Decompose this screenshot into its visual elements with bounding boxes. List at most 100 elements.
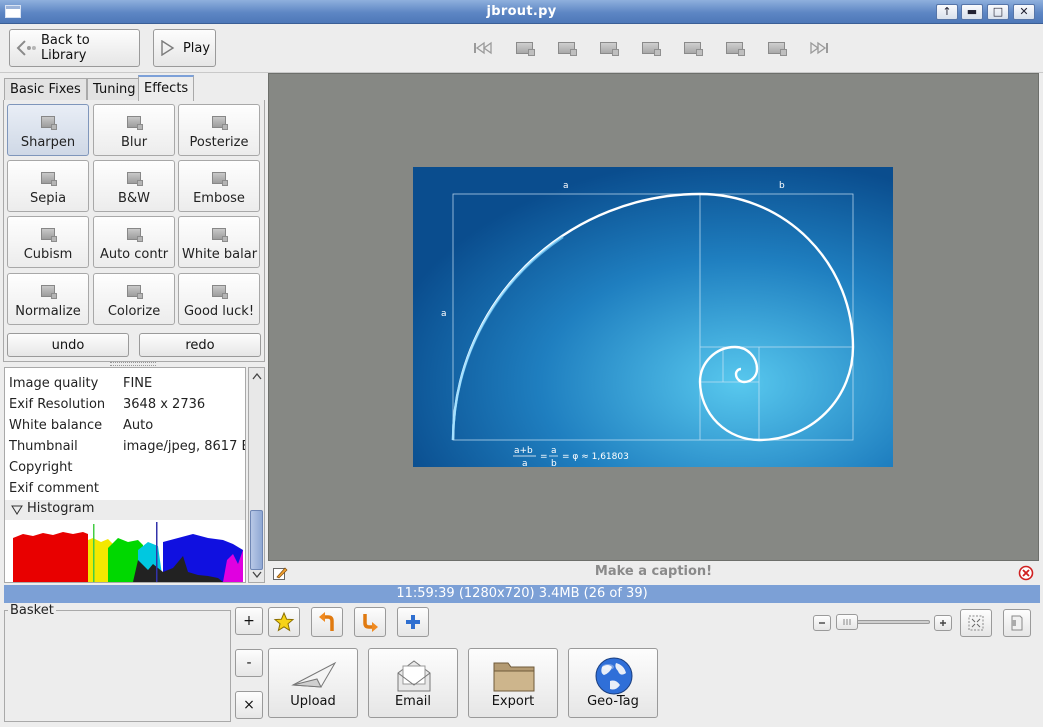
- histogram-graphic: [13, 520, 245, 582]
- basket-add-button[interactable]: +: [235, 607, 263, 635]
- svg-text:b: b: [551, 459, 557, 467]
- geo-tag-button[interactable]: Geo-Tag: [568, 648, 658, 718]
- label-a-top: a: [563, 181, 569, 191]
- envelope-icon: [397, 660, 431, 692]
- effect-auto-contrast-button[interactable]: Auto contr: [93, 216, 175, 268]
- effect-posterize-button[interactable]: Posterize: [178, 104, 260, 156]
- svg-text:a+b: a+b: [514, 446, 533, 456]
- scroll-thumb[interactable]: [250, 510, 263, 570]
- export-button[interactable]: Export: [468, 648, 558, 718]
- grip-icon: [843, 619, 851, 625]
- filmstrip-thumb-4[interactable]: [640, 40, 662, 56]
- rotate-left-button[interactable]: [311, 607, 343, 637]
- title-bar: jbrout.py ↑ ▬ □ ✕: [0, 0, 1043, 24]
- scroll-down-icon[interactable]: [252, 571, 262, 579]
- zoom-out-button[interactable]: [813, 615, 831, 631]
- image-icon: [127, 285, 143, 299]
- filmstrip-thumb-1[interactable]: [514, 40, 536, 56]
- status-bar: 11:59:39 (1280x720) 3.4MB (26 of 39): [4, 585, 1040, 603]
- rotate-right-icon: [363, 614, 378, 632]
- plus-icon: [406, 615, 420, 629]
- paper-plane-icon: [291, 661, 337, 688]
- exif-scrollbar[interactable]: [248, 367, 265, 583]
- effect-bw-button[interactable]: B&W: [93, 160, 175, 212]
- caption-input[interactable]: Make a caption!: [268, 564, 1039, 579]
- filmstrip-thumb-5[interactable]: [682, 40, 704, 56]
- rotate-right-button[interactable]: [354, 607, 386, 637]
- image-icon: [41, 228, 57, 242]
- effect-sepia-button[interactable]: Sepia: [7, 160, 89, 212]
- image-icon: [41, 172, 57, 186]
- image-icon: [127, 228, 143, 242]
- filmstrip-thumb-7[interactable]: [766, 40, 788, 56]
- basket-remove-button[interactable]: -: [235, 649, 263, 677]
- image-icon: [212, 116, 228, 130]
- basket-panel[interactable]: [4, 610, 231, 722]
- svg-text:a: a: [551, 446, 557, 456]
- maximize-button[interactable]: □: [987, 4, 1009, 20]
- image-icon: [127, 116, 143, 130]
- last-photo-icon[interactable]: [808, 41, 830, 55]
- play-button[interactable]: Play: [153, 29, 216, 67]
- effect-cubism-button[interactable]: Cubism: [7, 216, 89, 268]
- effect-colorize-button[interactable]: Colorize: [93, 273, 175, 325]
- effect-white-balance-button[interactable]: White balar: [178, 216, 260, 268]
- image-icon: [212, 228, 228, 242]
- globe-icon: [595, 657, 633, 695]
- fullscreen-button[interactable]: [1003, 609, 1031, 637]
- svg-text:= φ ≈ 1,61803: = φ ≈ 1,61803: [562, 452, 629, 462]
- label-a-left: a: [441, 309, 447, 319]
- histogram-header[interactable]: Histogram: [5, 500, 245, 520]
- photo-golden-spiral[interactable]: a b a a+b a = a b = φ ≈ 1,61803: [413, 167, 893, 467]
- undo-button[interactable]: undo: [7, 333, 129, 357]
- fit-window-button[interactable]: [960, 609, 992, 637]
- rate-button[interactable]: [268, 607, 300, 637]
- tab-tuning[interactable]: Tuning: [87, 78, 142, 100]
- image-icon: [212, 285, 228, 299]
- back-arrow-icon: [16, 40, 36, 56]
- minus-icon: [819, 622, 825, 624]
- fit-to-window-icon: [968, 615, 984, 631]
- filmstrip-thumb-6[interactable]: [724, 40, 746, 56]
- zoom-in-button[interactable]: [934, 615, 952, 631]
- shade-button[interactable]: ↑: [936, 4, 958, 20]
- email-button[interactable]: Email: [368, 648, 458, 718]
- rotate-left-icon: [319, 612, 334, 631]
- effect-normalize-button[interactable]: Normalize: [7, 273, 89, 325]
- close-window-button[interactable]: ✕: [1013, 4, 1035, 20]
- scroll-up-icon[interactable]: [252, 372, 262, 380]
- basket-clear-button[interactable]: ×: [235, 691, 263, 719]
- expander-down-icon[interactable]: [11, 505, 23, 515]
- tab-basic-fixes[interactable]: Basic Fixes: [4, 78, 87, 100]
- clear-caption-icon[interactable]: [1018, 565, 1034, 581]
- redo-button[interactable]: redo: [139, 333, 261, 357]
- image-icon: [41, 116, 57, 130]
- play-icon: [161, 40, 175, 56]
- pane-resize-handle[interactable]: [110, 362, 156, 366]
- add-tag-button[interactable]: [397, 607, 429, 637]
- effect-good-luck-button[interactable]: Good luck!: [178, 273, 260, 325]
- upload-button[interactable]: Upload: [268, 648, 358, 718]
- caption-bar: Make a caption!: [268, 561, 1039, 585]
- effect-embose-button[interactable]: Embose: [178, 160, 260, 212]
- plus-small-icon: [940, 620, 946, 626]
- window-title: jbrout.py: [486, 4, 557, 19]
- image-icon: [127, 172, 143, 186]
- tab-effects[interactable]: Effects: [138, 75, 195, 101]
- star-icon: [273, 611, 295, 632]
- exif-info-list: Image quality FINE Exif Resolution 3648 x …: [4, 367, 246, 583]
- zoom-slider-handle[interactable]: [836, 614, 858, 630]
- filmstrip-thumb-3[interactable]: [598, 40, 620, 56]
- minimize-button[interactable]: ▬: [961, 4, 983, 20]
- play-label: Play: [182, 40, 211, 56]
- effect-sharpen-button[interactable]: Sharpen: [7, 104, 89, 156]
- svg-text:=: =: [540, 452, 548, 462]
- first-photo-icon[interactable]: [472, 41, 494, 55]
- filmstrip-thumb-2[interactable]: [556, 40, 578, 56]
- back-to-library-button[interactable]: Back to Library: [9, 29, 140, 67]
- image-icon: [41, 285, 57, 299]
- effect-blur-button[interactable]: Blur: [93, 104, 175, 156]
- folder-icon: [493, 662, 535, 692]
- svg-text:a: a: [522, 459, 528, 467]
- basket-label: Basket: [8, 603, 56, 618]
